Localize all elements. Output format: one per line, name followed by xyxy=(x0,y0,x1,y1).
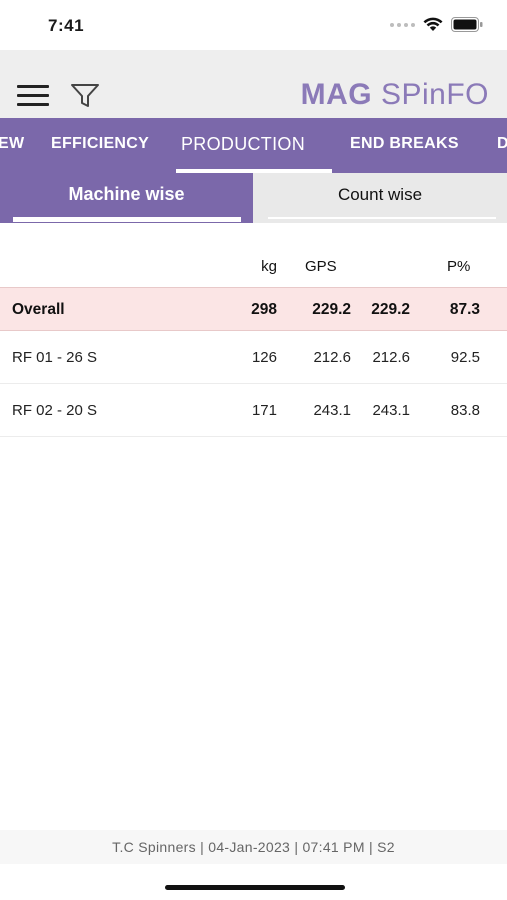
column-header-percent: P% xyxy=(447,258,471,275)
wifi-icon xyxy=(423,17,443,31)
overall-row[interactable]: Overall 298 229.2 229.2 87.3 xyxy=(0,287,507,331)
footer-bar: T.C Spinners | 04-Jan-2023 | 07:41 PM | … xyxy=(0,830,507,864)
row-gps: 212.6 xyxy=(313,349,351,366)
tab-production[interactable]: PRODUCTION xyxy=(181,134,305,155)
filter-icon[interactable] xyxy=(70,83,100,109)
row-kg: 171 xyxy=(251,402,277,419)
column-header-gps: GPS xyxy=(305,258,337,275)
machine-wise-button[interactable]: Machine wise xyxy=(0,173,253,223)
tab-next[interactable]: D xyxy=(497,135,507,153)
row-percent: 83.8 xyxy=(450,402,480,419)
row-percent: 87.3 xyxy=(449,301,480,318)
home-indicator[interactable] xyxy=(165,885,345,890)
table-row[interactable]: RF 02 - 20 S 171 243.1 243.1 83.8 xyxy=(0,384,507,437)
segment-selected-indicator xyxy=(13,217,241,222)
app-logo: MAG SPinFO xyxy=(301,78,489,112)
row-name: RF 01 - 26 S xyxy=(12,349,98,366)
status-time: 7:41 xyxy=(48,16,85,35)
cellular-signal-icon xyxy=(390,22,415,27)
segment-divider-line xyxy=(268,217,496,219)
view-segment-control: Machine wise Count wise xyxy=(0,173,507,223)
row-name: RF 02 - 20 S xyxy=(12,402,98,419)
row-kg: 298 xyxy=(251,301,277,318)
row-percent: 92.5 xyxy=(450,349,480,366)
row-kg: 126 xyxy=(251,349,277,366)
tab-end-breaks[interactable]: END BREAKS xyxy=(350,135,459,153)
production-table: kg GPS P% Overall 298 229.2 229.2 87.3 R… xyxy=(0,240,507,437)
footer-info: T.C Spinners | 04-Jan-2023 | 07:41 PM | … xyxy=(112,839,395,855)
tab-overview[interactable]: EW xyxy=(0,135,24,153)
status-icons xyxy=(390,17,483,32)
logo-rest: SPinFO xyxy=(380,78,489,111)
row-gps-2: 243.1 xyxy=(372,402,410,419)
row-gps: 243.1 xyxy=(313,402,351,419)
row-gps: 229.2 xyxy=(312,301,351,318)
tab-efficiency[interactable]: EFFICIENCY xyxy=(51,135,149,153)
row-gps-2: 229.2 xyxy=(371,301,410,318)
column-header-kg: kg xyxy=(261,258,277,275)
status-bar: 7:41 xyxy=(0,0,507,50)
battery-icon xyxy=(451,17,483,32)
hamburger-menu-icon[interactable] xyxy=(17,85,49,107)
app-header: MAG SPinFO xyxy=(0,50,507,118)
row-gps-2: 212.6 xyxy=(372,349,410,366)
category-tabs: EW EFFICIENCY PRODUCTION END BREAKS D xyxy=(0,118,507,173)
row-name: Overall xyxy=(12,301,65,318)
table-header: kg GPS P% xyxy=(0,240,507,287)
machine-wise-label: Machine wise xyxy=(68,184,185,204)
count-wise-label: Count wise xyxy=(337,185,423,204)
count-wise-button[interactable]: Count wise xyxy=(253,173,507,223)
logo-bold: MAG xyxy=(300,78,373,111)
table-row[interactable]: RF 01 - 26 S 126 212.6 212.6 92.5 xyxy=(0,331,507,384)
